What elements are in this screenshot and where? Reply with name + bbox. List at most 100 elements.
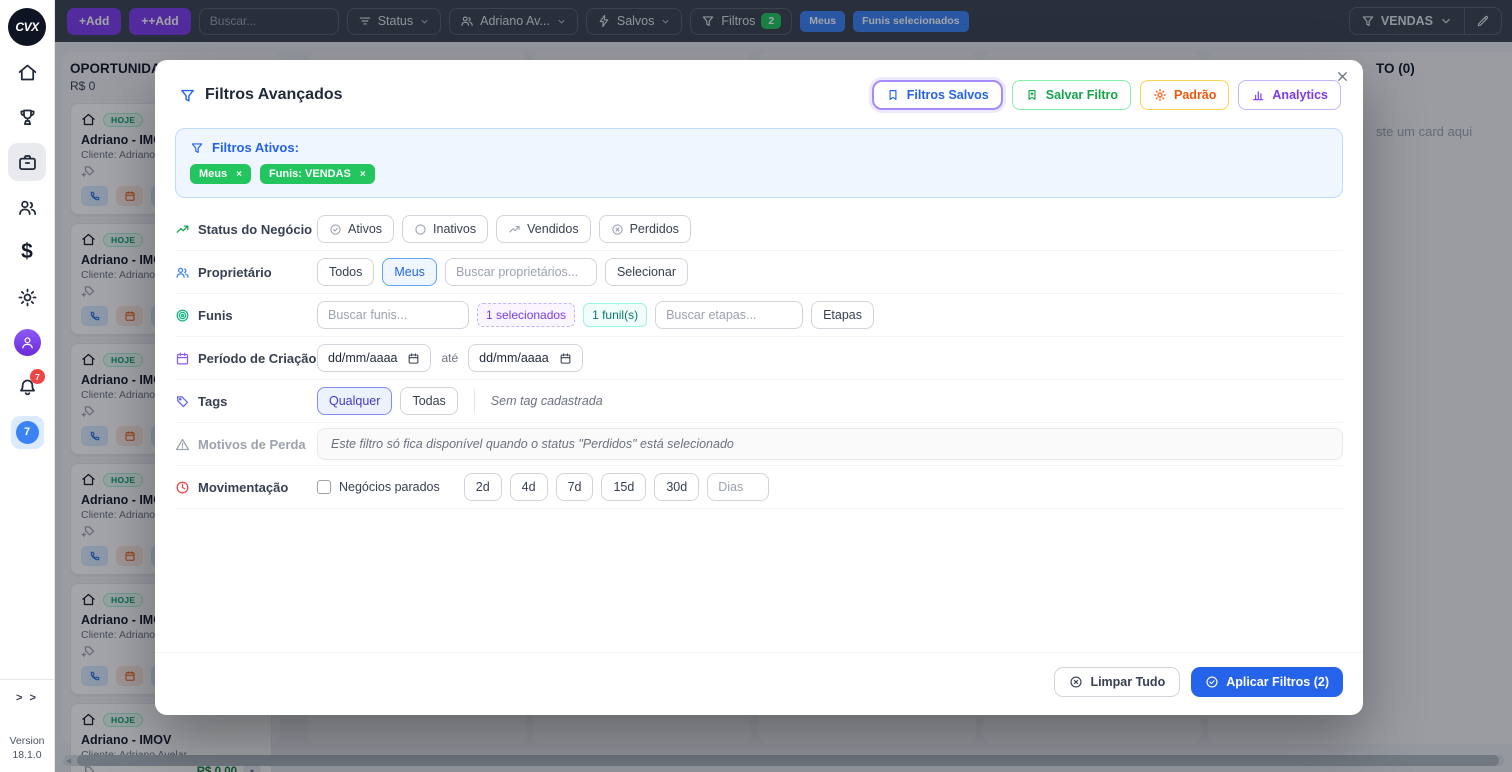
analytics-label: Analytics xyxy=(1272,88,1328,102)
gear-icon xyxy=(1153,88,1167,102)
sidebar-item-contacts[interactable] xyxy=(8,188,46,226)
clear-all-button[interactable]: Limpar Tudo xyxy=(1054,667,1180,697)
owner-options: Todos Meus Selecionar xyxy=(317,258,1343,286)
clock-icon xyxy=(175,480,190,495)
help-widget: 7 xyxy=(11,416,44,449)
sidebar-item-notifications[interactable]: 7 xyxy=(8,368,46,406)
default-filter-button[interactable]: Padrão xyxy=(1140,80,1229,110)
period-end-input[interactable]: dd/mm/aaaa xyxy=(468,344,582,372)
app-logo[interactable]: CVX xyxy=(8,8,46,46)
version-label: Version 18.1.0 xyxy=(0,734,54,762)
preset-4d-button[interactable]: 4d xyxy=(510,473,548,501)
funnels-search-input[interactable] xyxy=(317,301,469,329)
stages-search-input[interactable] xyxy=(655,301,803,329)
active-filters-label: Filtros Ativos: xyxy=(190,140,1328,155)
funnel-icon xyxy=(190,141,204,155)
sidebar-item-help[interactable]: 7 xyxy=(8,413,46,451)
saved-filters-button[interactable]: Filtros Salvos xyxy=(872,80,1003,110)
custom-days-input[interactable] xyxy=(707,473,769,501)
funnel-icon xyxy=(179,87,196,104)
x-circle-icon xyxy=(611,223,624,236)
tags-any-button[interactable]: Qualquer xyxy=(317,387,392,415)
main-area: +Add ++Add Status Adriano Av... Salvos F… xyxy=(55,0,1512,772)
sidebar: CVX $ 7 7 > > Version 18.1.0 xyxy=(0,0,55,772)
preset-30d-button[interactable]: 30d xyxy=(654,473,699,501)
sidebar-item-profile[interactable] xyxy=(8,323,46,361)
filter-row-movement: Movimentação Negócios parados 2d 4d 7d 1… xyxy=(175,466,1343,509)
home-icon xyxy=(17,62,38,83)
version-word: Version xyxy=(0,734,54,748)
owner-select-button[interactable]: Selecionar xyxy=(605,258,688,286)
status-inativos-button[interactable]: Inativos xyxy=(402,215,488,243)
active-filters-chips: Meus × Funis: VENDAS × xyxy=(190,164,1328,184)
remove-chip-icon[interactable]: × xyxy=(236,169,242,180)
stalled-deals-checkbox[interactable] xyxy=(317,480,331,494)
stages-button[interactable]: Etapas xyxy=(811,301,874,329)
owner-todos-button[interactable]: Todos xyxy=(317,258,374,286)
x-circle-icon xyxy=(1069,675,1083,689)
filter-chip-funis-vendas[interactable]: Funis: VENDAS × xyxy=(260,164,375,184)
status-vendidos-button[interactable]: Vendidos xyxy=(496,215,590,243)
bookmark-plus-icon xyxy=(1025,88,1039,102)
modal-header: Filtros Avançados Filtros Salvos Salvar … xyxy=(155,60,1363,118)
sidebar-item-goals[interactable] xyxy=(8,98,46,136)
period-label-text: Período de Criação xyxy=(198,351,316,366)
calendar-icon xyxy=(407,352,420,365)
loss-label-text: Motivos de Perda xyxy=(198,437,306,452)
sidebar-footer: > > Version 18.1.0 xyxy=(0,679,54,772)
ativos-label: Ativos xyxy=(348,222,382,236)
gear-icon xyxy=(17,287,38,308)
remove-chip-icon[interactable]: × xyxy=(360,169,366,180)
sidebar-item-settings[interactable] xyxy=(8,278,46,316)
version-number: 18.1.0 xyxy=(0,748,54,762)
circle-icon xyxy=(414,223,427,236)
apply-filters-label: Aplicar Filtros (2) xyxy=(1226,675,1329,689)
help-count-badge: 7 xyxy=(16,421,39,444)
trending-up-icon xyxy=(508,223,521,236)
status-options: Ativos Inativos Vendidos Perdidos xyxy=(317,215,1343,243)
status-perdidos-button[interactable]: Perdidos xyxy=(599,215,691,243)
apply-filters-button[interactable]: Aplicar Filtros (2) xyxy=(1191,667,1343,697)
trophy-icon xyxy=(17,107,38,128)
movement-options: Negócios parados 2d 4d 7d 15d 30d xyxy=(317,473,1343,501)
preset-15d-button[interactable]: 15d xyxy=(601,473,646,501)
period-end-value: dd/mm/aaaa xyxy=(479,351,548,365)
stalled-deals-label[interactable]: Negócios parados xyxy=(339,480,440,494)
owner-search-input[interactable] xyxy=(445,258,597,286)
period-row-label: Período de Criação xyxy=(175,351,317,366)
preset-2d-button[interactable]: 2d xyxy=(464,473,502,501)
check-circle-icon xyxy=(329,223,342,236)
funnels-label-text: Funis xyxy=(198,308,233,323)
status-ativos-button[interactable]: Ativos xyxy=(317,215,394,243)
loss-options: Este filtro só fica disponível quando o … xyxy=(317,428,1343,460)
sidebar-item-deals[interactable] xyxy=(8,143,46,181)
filter-chip-meus[interactable]: Meus × xyxy=(190,164,251,184)
filter-row-funnels: Funis 1 selecionados 1 funil(s) Etapas xyxy=(175,294,1343,337)
period-options: dd/mm/aaaa até dd/mm/aaaa xyxy=(317,344,1343,372)
analytics-button[interactable]: Analytics xyxy=(1238,80,1341,110)
movement-label-text: Movimentação xyxy=(198,480,288,495)
close-modal-button[interactable] xyxy=(1335,69,1350,89)
inativos-label: Inativos xyxy=(433,222,476,236)
period-start-value: dd/mm/aaaa xyxy=(328,351,397,365)
default-filter-label: Padrão xyxy=(1174,88,1216,102)
expand-sidebar-button[interactable]: > > xyxy=(0,692,54,704)
owner-meus-button[interactable]: Meus xyxy=(382,258,437,286)
period-start-input[interactable]: dd/mm/aaaa xyxy=(317,344,431,372)
advanced-filters-modal: Filtros Avançados Filtros Salvos Salvar … xyxy=(155,60,1363,715)
tags-all-button[interactable]: Todas xyxy=(400,387,457,415)
chip-label: Meus xyxy=(199,168,227,180)
briefcase-icon xyxy=(17,152,38,173)
loss-disabled-message: Este filtro só fica disponível quando o … xyxy=(317,428,1343,460)
sidebar-item-home[interactable] xyxy=(8,53,46,91)
save-filter-label: Salvar Filtro xyxy=(1046,88,1118,102)
save-filter-button[interactable]: Salvar Filtro xyxy=(1012,80,1131,110)
preset-7d-button[interactable]: 7d xyxy=(556,473,594,501)
filter-row-status: Status do Negócio Ativos Inativos Vendid… xyxy=(175,208,1343,251)
tags-row-label: Tags xyxy=(175,394,317,409)
check-circle-icon xyxy=(1205,675,1219,689)
period-separator: até xyxy=(441,351,458,365)
perdidos-label: Perdidos xyxy=(630,222,679,236)
app-root: CVX $ 7 7 > > Version 18.1.0 +Add ++ xyxy=(0,0,1512,772)
sidebar-item-finance[interactable]: $ xyxy=(8,233,46,271)
